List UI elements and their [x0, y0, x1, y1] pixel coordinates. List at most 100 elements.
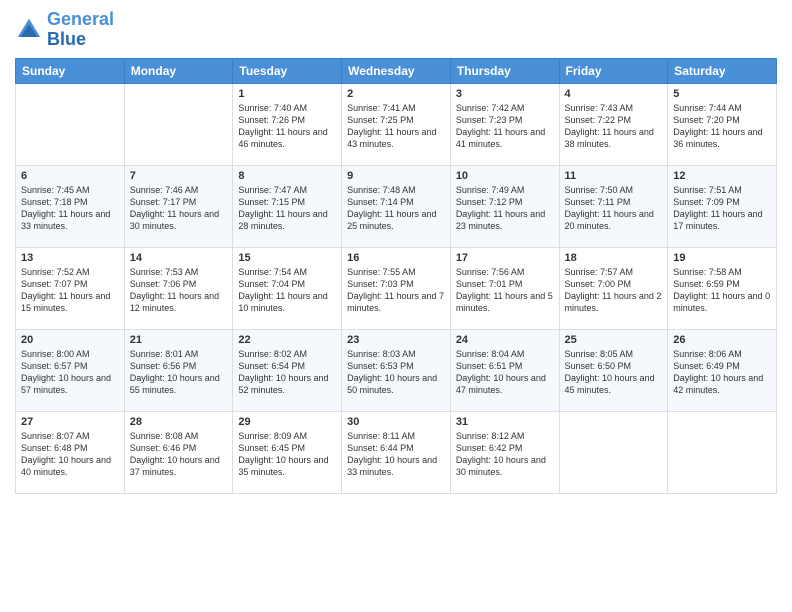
day-info: Sunrise: 7:49 AM Sunset: 7:12 PM Dayligh… — [456, 184, 554, 233]
calendar-cell: 11 Sunrise: 7:50 AM Sunset: 7:11 PM Dayli… — [559, 165, 668, 247]
weekday-header-friday: Friday — [559, 58, 668, 83]
calendar-cell — [559, 411, 668, 493]
day-number: 30 — [347, 416, 445, 428]
calendar-cell: 31 Sunrise: 8:12 AM Sunset: 6:42 PM Dayli… — [450, 411, 559, 493]
day-info: Sunrise: 8:04 AM Sunset: 6:51 PM Dayligh… — [456, 348, 554, 397]
day-number: 4 — [565, 88, 663, 100]
day-number: 13 — [21, 252, 119, 264]
day-info: Sunrise: 7:44 AM Sunset: 7:20 PM Dayligh… — [673, 102, 771, 151]
weekday-header-thursday: Thursday — [450, 58, 559, 83]
day-number: 16 — [347, 252, 445, 264]
calendar-cell: 10 Sunrise: 7:49 AM Sunset: 7:12 PM Dayli… — [450, 165, 559, 247]
calendar-cell: 29 Sunrise: 8:09 AM Sunset: 6:45 PM Dayli… — [233, 411, 342, 493]
calendar-cell — [668, 411, 777, 493]
day-info: Sunrise: 8:08 AM Sunset: 6:46 PM Dayligh… — [130, 430, 228, 479]
logo-icon — [15, 16, 43, 44]
day-number: 10 — [456, 170, 554, 182]
day-number: 17 — [456, 252, 554, 264]
day-info: Sunrise: 8:03 AM Sunset: 6:53 PM Dayligh… — [347, 348, 445, 397]
calendar-cell: 6 Sunrise: 7:45 AM Sunset: 7:18 PM Daylig… — [16, 165, 125, 247]
calendar-cell: 3Sunrise: 7:42 AM Sunset: 7:23 PM Daylig… — [450, 83, 559, 165]
calendar-cell: 14 Sunrise: 7:53 AM Sunset: 7:06 PM Dayli… — [124, 247, 233, 329]
calendar-cell: 30Sunrise: 8:11 AM Sunset: 6:44 PM Dayli… — [342, 411, 451, 493]
day-info: Sunrise: 7:54 AM Sunset: 7:04 PM Dayligh… — [238, 266, 336, 315]
weekday-header-saturday: Saturday — [668, 58, 777, 83]
day-number: 11 — [565, 170, 663, 182]
calendar-cell: 19 Sunrise: 7:58 AM Sunset: 6:59 PM Dayli… — [668, 247, 777, 329]
day-number: 6 — [21, 170, 119, 182]
day-number: 15 — [238, 252, 336, 264]
day-number: 20 — [21, 334, 119, 346]
calendar-cell: 20 Sunrise: 8:00 AM Sunset: 6:57 PM Dayli… — [16, 329, 125, 411]
day-number: 2 — [347, 88, 445, 100]
day-info: Sunrise: 8:07 AM Sunset: 6:48 PM Dayligh… — [21, 430, 119, 479]
day-info: Sunrise: 7:48 AM Sunset: 7:14 PM Dayligh… — [347, 184, 445, 233]
logo-text: General Blue — [47, 10, 114, 50]
day-info: Sunrise: 8:06 AM Sunset: 6:49 PM Dayligh… — [673, 348, 771, 397]
day-number: 1 — [238, 88, 336, 100]
calendar-cell: 26 Sunrise: 8:06 AM Sunset: 6:49 PM Dayli… — [668, 329, 777, 411]
calendar-cell — [16, 83, 125, 165]
day-number: 12 — [673, 170, 771, 182]
calendar-cell: 25 Sunrise: 8:05 AM Sunset: 6:50 PM Dayli… — [559, 329, 668, 411]
calendar-week-3: 20 Sunrise: 8:00 AM Sunset: 6:57 PM Dayli… — [16, 329, 777, 411]
day-info: Sunrise: 7:55 AM Sunset: 7:03 PM Dayligh… — [347, 266, 445, 315]
day-info: Sunrise: 7:58 AM Sunset: 6:59 PM Dayligh… — [673, 266, 771, 315]
day-info: Sunrise: 7:57 AM Sunset: 7:00 PM Dayligh… — [565, 266, 663, 315]
day-number: 27 — [21, 416, 119, 428]
calendar-cell: 28 Sunrise: 8:08 AM Sunset: 6:46 PM Dayli… — [124, 411, 233, 493]
day-info: Sunrise: 8:01 AM Sunset: 6:56 PM Dayligh… — [130, 348, 228, 397]
header: General Blue — [15, 10, 777, 50]
calendar-cell: 15 Sunrise: 7:54 AM Sunset: 7:04 PM Dayli… — [233, 247, 342, 329]
calendar-cell: 18 Sunrise: 7:57 AM Sunset: 7:00 PM Dayli… — [559, 247, 668, 329]
page: General Blue SundayMondayTuesdayWednesda… — [0, 0, 792, 612]
day-number: 18 — [565, 252, 663, 264]
calendar-week-1: 6 Sunrise: 7:45 AM Sunset: 7:18 PM Daylig… — [16, 165, 777, 247]
calendar-cell: 27 Sunrise: 8:07 AM Sunset: 6:48 PM Dayli… — [16, 411, 125, 493]
day-info: Sunrise: 8:05 AM Sunset: 6:50 PM Dayligh… — [565, 348, 663, 397]
calendar-cell: 23Sunrise: 8:03 AM Sunset: 6:53 PM Dayli… — [342, 329, 451, 411]
day-info: Sunrise: 7:45 AM Sunset: 7:18 PM Dayligh… — [21, 184, 119, 233]
day-info: Sunrise: 8:02 AM Sunset: 6:54 PM Dayligh… — [238, 348, 336, 397]
day-info: Sunrise: 8:00 AM Sunset: 6:57 PM Dayligh… — [21, 348, 119, 397]
day-info: Sunrise: 8:09 AM Sunset: 6:45 PM Dayligh… — [238, 430, 336, 479]
calendar-week-2: 13Sunrise: 7:52 AM Sunset: 7:07 PM Dayli… — [16, 247, 777, 329]
day-info: Sunrise: 7:50 AM Sunset: 7:11 PM Dayligh… — [565, 184, 663, 233]
day-info: Sunrise: 7:46 AM Sunset: 7:17 PM Dayligh… — [130, 184, 228, 233]
calendar-cell: 4 Sunrise: 7:43 AM Sunset: 7:22 PM Daylig… — [559, 83, 668, 165]
calendar-cell: 24Sunrise: 8:04 AM Sunset: 6:51 PM Dayli… — [450, 329, 559, 411]
weekday-header-tuesday: Tuesday — [233, 58, 342, 83]
day-number: 19 — [673, 252, 771, 264]
day-number: 14 — [130, 252, 228, 264]
day-info: Sunrise: 7:41 AM Sunset: 7:25 PM Dayligh… — [347, 102, 445, 151]
weekday-header-monday: Monday — [124, 58, 233, 83]
calendar-cell: 9Sunrise: 7:48 AM Sunset: 7:14 PM Daylig… — [342, 165, 451, 247]
day-number: 29 — [238, 416, 336, 428]
calendar-cell: 7Sunrise: 7:46 AM Sunset: 7:17 PM Daylig… — [124, 165, 233, 247]
day-number: 8 — [238, 170, 336, 182]
day-info: Sunrise: 7:51 AM Sunset: 7:09 PM Dayligh… — [673, 184, 771, 233]
day-info: Sunrise: 7:43 AM Sunset: 7:22 PM Dayligh… — [565, 102, 663, 151]
day-number: 28 — [130, 416, 228, 428]
day-info: Sunrise: 8:12 AM Sunset: 6:42 PM Dayligh… — [456, 430, 554, 479]
day-info: Sunrise: 7:47 AM Sunset: 7:15 PM Dayligh… — [238, 184, 336, 233]
day-number: 21 — [130, 334, 228, 346]
calendar-cell: 5Sunrise: 7:44 AM Sunset: 7:20 PM Daylig… — [668, 83, 777, 165]
calendar-cell: 13Sunrise: 7:52 AM Sunset: 7:07 PM Dayli… — [16, 247, 125, 329]
calendar-cell: 16 Sunrise: 7:55 AM Sunset: 7:03 PM Dayli… — [342, 247, 451, 329]
day-number: 31 — [456, 416, 554, 428]
weekday-header-wednesday: Wednesday — [342, 58, 451, 83]
weekday-header-row: SundayMondayTuesdayWednesdayThursdayFrid… — [16, 58, 777, 83]
calendar-cell — [124, 83, 233, 165]
day-info: Sunrise: 7:56 AM Sunset: 7:01 PM Dayligh… — [456, 266, 554, 315]
calendar-cell: 12 Sunrise: 7:51 AM Sunset: 7:09 PM Dayli… — [668, 165, 777, 247]
day-number: 26 — [673, 334, 771, 346]
day-info: Sunrise: 7:42 AM Sunset: 7:23 PM Dayligh… — [456, 102, 554, 151]
calendar-table: SundayMondayTuesdayWednesdayThursdayFrid… — [15, 58, 777, 494]
weekday-header-sunday: Sunday — [16, 58, 125, 83]
calendar-cell: 21 Sunrise: 8:01 AM Sunset: 6:56 PM Dayli… — [124, 329, 233, 411]
day-number: 22 — [238, 334, 336, 346]
calendar-week-4: 27 Sunrise: 8:07 AM Sunset: 6:48 PM Dayli… — [16, 411, 777, 493]
day-number: 25 — [565, 334, 663, 346]
day-info: Sunrise: 7:53 AM Sunset: 7:06 PM Dayligh… — [130, 266, 228, 315]
